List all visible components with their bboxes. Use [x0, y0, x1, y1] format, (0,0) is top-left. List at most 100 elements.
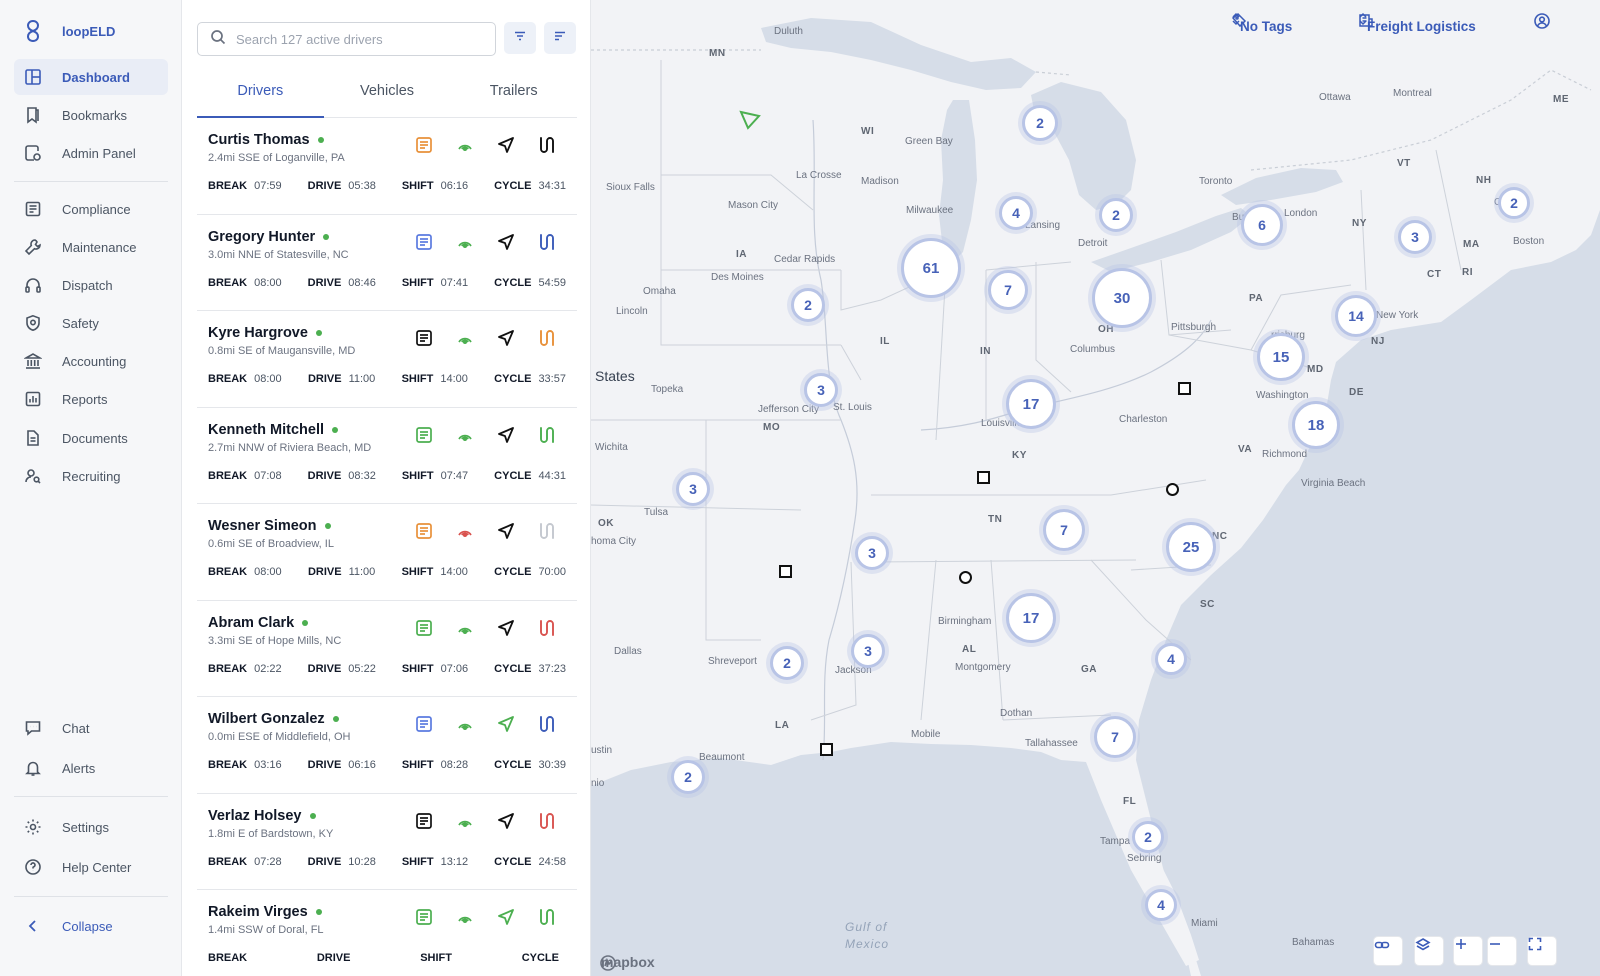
log-status-icon[interactable] [403, 711, 444, 737]
signal-status-icon[interactable] [444, 615, 485, 641]
driver-cluster[interactable]: 7 [988, 270, 1028, 310]
route-icon[interactable] [526, 229, 567, 255]
route-icon[interactable] [526, 422, 567, 448]
log-status-icon[interactable] [403, 518, 444, 544]
zoom-in-button[interactable] [1453, 936, 1483, 966]
driver-cluster[interactable]: 17 [1006, 593, 1056, 643]
driver-cluster[interactable]: 7 [1043, 509, 1085, 551]
tab-drivers[interactable]: Drivers [197, 64, 324, 118]
navigation-icon[interactable] [485, 615, 526, 641]
signal-status-icon[interactable] [444, 518, 485, 544]
driver-row[interactable]: Rakeim Virges 1.4mi SSW of Doral, FL BRE… [197, 890, 577, 976]
log-status-icon[interactable] [403, 132, 444, 158]
driver-row[interactable]: Wesner Simeon 0.6mi SE of Broadview, IL … [197, 504, 577, 601]
driver-row[interactable]: Verlaz Holsey 1.8mi E of Bardstown, KY B… [197, 794, 577, 890]
trailer-marker[interactable] [977, 471, 990, 484]
signal-status-icon[interactable] [444, 132, 485, 158]
search-box[interactable] [197, 22, 496, 56]
driver-row[interactable]: Kenneth Mitchell 2.7mi NNW of Riviera Be… [197, 408, 577, 504]
log-status-icon[interactable] [403, 904, 444, 930]
driver-cluster[interactable]: 3 [1398, 220, 1432, 254]
trailer-marker[interactable] [779, 565, 792, 578]
log-status-icon[interactable] [403, 325, 444, 351]
signal-status-icon[interactable] [444, 904, 485, 930]
log-status-icon[interactable] [403, 422, 444, 448]
navigation-icon[interactable] [485, 132, 526, 158]
driver-cluster[interactable]: 3 [855, 536, 889, 570]
driver-cluster[interactable]: 2 [791, 288, 825, 322]
log-status-icon[interactable] [403, 808, 444, 834]
driver-cluster[interactable]: 18 [1292, 401, 1340, 449]
vehicle-marker[interactable] [1166, 483, 1179, 496]
nav-help-center[interactable]: Help Center [14, 849, 168, 885]
signal-status-icon[interactable] [444, 711, 485, 737]
route-icon[interactable] [526, 132, 567, 158]
driver-cluster[interactable]: 4 [1155, 643, 1187, 675]
nav-reports[interactable]: Reports [14, 381, 168, 417]
driver-row[interactable]: Abram Clark 3.3mi SE of Hope Mills, NC B… [197, 601, 577, 697]
driver-cluster[interactable]: 2 [1498, 187, 1530, 219]
route-icon[interactable] [526, 711, 567, 737]
driver-cluster[interactable]: 2 [1022, 105, 1058, 141]
nav-admin-panel[interactable]: Admin Panel [14, 135, 168, 171]
driver-cluster[interactable]: 7 [1094, 716, 1136, 758]
signal-status-icon[interactable] [444, 808, 485, 834]
navigation-icon[interactable] [485, 325, 526, 351]
driver-cluster[interactable]: 4 [999, 196, 1033, 230]
driver-cluster[interactable]: 61 [901, 238, 961, 298]
brand[interactable]: loopELD [20, 18, 115, 44]
trailer-marker[interactable] [1178, 382, 1191, 395]
share-link-button[interactable] [1373, 936, 1403, 966]
navigation-icon[interactable] [485, 422, 526, 448]
driver-cluster[interactable]: 14 [1335, 295, 1377, 337]
driver-cluster[interactable]: 2 [671, 760, 705, 794]
sort-button[interactable] [544, 22, 576, 54]
nav-recruiting[interactable]: Recruiting [14, 458, 168, 494]
nav-chat[interactable]: Chat [14, 710, 168, 746]
navigation-icon[interactable] [485, 229, 526, 255]
nav-documents[interactable]: Documents [14, 420, 168, 456]
nav-bookmarks[interactable]: Bookmarks [14, 97, 168, 133]
log-status-icon[interactable] [403, 615, 444, 641]
search-input[interactable] [236, 31, 476, 47]
driver-row[interactable]: Gregory Hunter 3.0mi NNE of Statesville,… [197, 215, 577, 311]
navigation-icon[interactable] [485, 808, 526, 834]
tag-filter-select[interactable]: No Tags [1231, 12, 1300, 40]
navigation-icon[interactable] [485, 518, 526, 544]
driver-cluster[interactable]: 2 [1099, 198, 1133, 232]
driver-row[interactable]: Kyre Hargrove 0.8mi SE of Maugansville, … [197, 311, 577, 408]
tab-vehicles[interactable]: Vehicles [324, 64, 451, 117]
nav-dispatch[interactable]: Dispatch [14, 267, 168, 303]
driver-cluster[interactable]: 3 [804, 373, 838, 407]
fullscreen-button[interactable] [1527, 936, 1557, 966]
log-status-icon[interactable] [403, 229, 444, 255]
driver-cluster[interactable]: 17 [1006, 379, 1056, 429]
driver-cluster[interactable]: 2 [770, 646, 804, 680]
route-icon[interactable] [526, 808, 567, 834]
driver-cluster[interactable]: 25 [1166, 522, 1216, 572]
driver-cluster[interactable]: 3 [851, 634, 885, 668]
driver-cluster[interactable]: 30 [1092, 268, 1152, 328]
zoom-out-button[interactable] [1487, 936, 1517, 966]
nav-dashboard[interactable]: Dashboard [14, 59, 168, 95]
route-icon[interactable] [526, 904, 567, 930]
driver-cluster[interactable]: 3 [676, 472, 710, 506]
nav-compliance[interactable]: Compliance [14, 191, 168, 227]
vehicle-marker[interactable] [959, 571, 972, 584]
route-icon[interactable] [526, 325, 567, 351]
nav-settings[interactable]: Settings [14, 809, 168, 845]
driver-cluster[interactable]: 15 [1257, 333, 1305, 381]
signal-status-icon[interactable] [444, 229, 485, 255]
filter-button[interactable] [504, 22, 536, 54]
driver-cluster[interactable]: 4 [1145, 889, 1177, 921]
nav-maintenance[interactable]: Maintenance [14, 229, 168, 265]
organization-select[interactable]: Freight Logistics [1358, 12, 1484, 40]
trailer-marker[interactable] [820, 743, 833, 756]
navigation-icon[interactable] [485, 904, 526, 930]
route-icon[interactable] [526, 615, 567, 641]
driver-cluster[interactable]: 6 [1241, 204, 1283, 246]
driver-row[interactable]: Wilbert Gonzalez 0.0mi ESE of Middlefiel… [197, 697, 577, 794]
collapse-button[interactable]: Collapse [14, 908, 168, 944]
nav-accounting[interactable]: Accounting [14, 343, 168, 379]
nav-alerts[interactable]: Alerts [14, 750, 168, 786]
